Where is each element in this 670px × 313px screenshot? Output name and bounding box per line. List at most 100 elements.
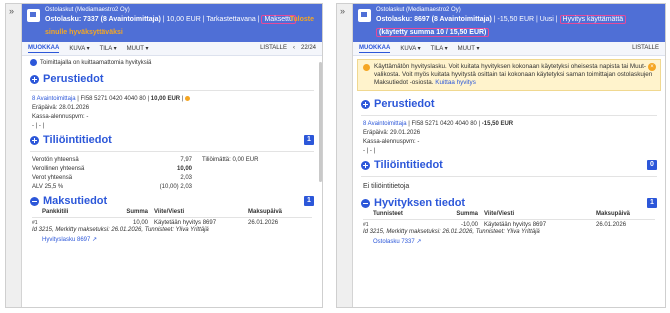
- invoice-title-bold: Ostolasku: 7337 (8 Avaintoimittaja): [45, 16, 161, 23]
- tab-edit[interactable]: MUOKKAA: [28, 45, 60, 53]
- invoice-link[interactable]: Ostolasku 7337: [373, 239, 415, 245]
- section-basic-header[interactable]: Perustiedot: [353, 94, 665, 112]
- invoice-title-rest: | 10,00 EUR | Tarkastettavana |: [160, 16, 260, 23]
- expand-icon[interactable]: [30, 74, 39, 84]
- warning-icon: [363, 64, 370, 71]
- scrollbar[interactable]: [319, 62, 322, 182]
- section-title: Hyvityksen tiedot: [374, 197, 466, 209]
- section-title: Perustiedot: [374, 98, 435, 110]
- supplier-info: | FI58 5271 0420 4040 80 |: [406, 120, 482, 127]
- invoice-panel-right: » Ostolaskut (Mediamaestro2 Oy) Ostolask…: [336, 3, 666, 308]
- tab-edit[interactable]: MUOKKAA: [359, 45, 391, 53]
- row-label: Verollinen yhteensä: [32, 165, 85, 172]
- row-label: Verotön yhteensä: [32, 156, 79, 163]
- collapse-icon[interactable]: [361, 198, 370, 208]
- misc-fields: - | - |: [32, 122, 45, 129]
- section-title: Tiliöintitiedot: [43, 134, 112, 147]
- credit-amount: -10,00: [460, 222, 478, 228]
- mark-used-link[interactable]: Kuittaa hyvitys: [435, 79, 476, 86]
- column-header: Viite/Viesti: [484, 211, 515, 217]
- column-header: Maksupäivä: [596, 211, 631, 217]
- action-toolbar: MUOKKAA KUVA ▾ TILA ▾ MUUT ▾ LISTALLE ‹ …: [22, 42, 322, 56]
- discount-date: Kassa-alennuspvm: -: [32, 113, 89, 120]
- menu-other[interactable]: MUUT ▾: [458, 45, 480, 52]
- accounting-row: Verot yhteensä 2,03: [22, 173, 322, 182]
- expand-icon[interactable]: [30, 135, 39, 145]
- prev-icon[interactable]: ‹: [293, 45, 295, 51]
- info-notice: Toimittajalla on kuittaamattomia hyvityk…: [22, 56, 322, 69]
- empty-accounting: Ei tiliöintitietoja: [363, 183, 410, 190]
- menu-other[interactable]: MUUT ▾: [127, 45, 149, 52]
- invoice-header: Ostolaskut (Mediamaestro2 Oy) Ostolasku:…: [353, 4, 665, 42]
- invoice-header: Ostolaskut (Mediamaestro2 Oy) Ostolasku:…: [22, 4, 322, 42]
- invoice-title: Ostolasku: 7337 (8 Avaintoimittaja) | 10…: [45, 15, 296, 24]
- section-accounting-header[interactable]: Tiliöintitiedot 0: [353, 155, 665, 173]
- supplier-row: 8 Avaintoimittaja | FI58 5271 0420 4040 …: [353, 119, 665, 128]
- column-header: Pankkitili: [42, 209, 69, 216]
- section-credit-header[interactable]: Hyvityksen tiedot 1: [353, 193, 665, 211]
- org-name: Ostolaskut (Mediamaestro2 Oy): [45, 7, 130, 13]
- expand-icon[interactable]: »: [9, 7, 14, 16]
- payment-amount: 10,00: [132, 220, 148, 227]
- row-value: 10,00: [176, 165, 192, 172]
- credit-reference: Käytetään hyvitys 8697: [484, 222, 547, 228]
- column-header: Maksupäivä: [248, 209, 283, 216]
- invoice-title-bold: Ostolasku: 8697 (8 Avaintoimittaja): [376, 16, 492, 23]
- row-value: (10,00) 2,03: [159, 183, 192, 190]
- close-icon[interactable]: ×: [648, 63, 656, 71]
- banner-text: Käyttämätön hyvityslasku. Voit kuitata h…: [374, 63, 653, 86]
- payments-table: Pankkitili Summa Viite/Viesti Maksupäivä…: [22, 209, 322, 226]
- status-dot-icon: [185, 95, 191, 101]
- status-badge: Hyvitys käyttämättä: [559, 15, 627, 24]
- table-row: #1 10,00 Käytetään hyvitys 8697 26.01.20…: [32, 220, 312, 226]
- due-date: Eräpäivä: 29.01.2026: [363, 129, 421, 136]
- external-link-icon[interactable]: ↗: [416, 239, 421, 245]
- unallocated-amount: Tiliöimättä: 0,00 EUR: [202, 156, 259, 163]
- invoice-title: Ostolasku: 8697 (8 Avaintoimittaja) | -1…: [376, 15, 627, 24]
- menu-status[interactable]: TILA ▾: [100, 45, 117, 52]
- menu-image[interactable]: KUVA ▾: [69, 45, 89, 52]
- row-number: #1: [363, 222, 369, 228]
- print-warning: Tuloste: [289, 16, 314, 23]
- column-header: Viite/Viesti: [154, 209, 185, 216]
- count-badge: 1: [647, 198, 657, 208]
- table-row: #1 -10,00 Käytetään hyvitys 8697 26.01.2…: [363, 222, 655, 228]
- expand-icon[interactable]: [361, 160, 370, 170]
- payment-date: 26.01.2026: [248, 220, 279, 227]
- credit-table: Tunnisteet Summa Viite/Viesti Maksupäivä…: [353, 211, 665, 228]
- section-basic-header[interactable]: Perustiedot: [22, 69, 322, 87]
- section-accounting-header[interactable]: Tiliöintitiedot 1: [22, 130, 322, 148]
- approval-warning: sinulle hyväksyttäväksi: [45, 29, 123, 36]
- section-title: Maksutiedot: [43, 195, 108, 208]
- to-list-button[interactable]: LISTALLE: [260, 45, 287, 51]
- expand-icon[interactable]: [361, 99, 370, 109]
- row-value: 7,97: [180, 156, 192, 163]
- supplier-link[interactable]: 8 Avaintoimittaja: [363, 121, 407, 127]
- column-header: Tunnisteet: [373, 211, 403, 217]
- flag-icon: [358, 9, 371, 22]
- menu-image[interactable]: KUVA ▾: [400, 45, 420, 52]
- credit-note-link[interactable]: Hyvityslasku 8697: [42, 237, 90, 243]
- expand-icon[interactable]: »: [340, 7, 345, 16]
- invoice-title-rest: | -15,50 EUR | Uusi |: [491, 16, 558, 23]
- collapse-gutter[interactable]: »: [6, 4, 22, 307]
- section-payments-header[interactable]: Maksutiedot 1: [22, 191, 322, 209]
- info-text: Toimittajalla on kuittaamattomia hyvityk…: [40, 59, 152, 66]
- to-list-button[interactable]: LISTALLE: [632, 45, 659, 51]
- supplier-link[interactable]: 8 Avaintoimittaja: [32, 96, 76, 102]
- accounting-row: Verollinen yhteensä 10,00: [22, 164, 322, 173]
- row-value: 2,03: [180, 174, 192, 181]
- external-link-icon[interactable]: ↗: [92, 237, 97, 243]
- row-label: ALV 25,5 %: [32, 183, 64, 190]
- invoice-panel-left: » Ostolaskut (Mediamaestro2 Oy) Ostolask…: [5, 3, 323, 308]
- invoice-amount: -15,50 EUR: [481, 120, 514, 127]
- supplier-info: | FI58 5271 0420 4040 80 |: [75, 95, 151, 102]
- section-title: Tiliöintitiedot: [374, 159, 443, 171]
- collapse-icon[interactable]: [30, 196, 39, 206]
- flag-icon: [27, 9, 40, 22]
- discount-date: Kassa-alennuspvm: -: [363, 138, 420, 145]
- credit-date: 26.01.2026: [596, 222, 627, 228]
- menu-status[interactable]: TILA ▾: [431, 45, 448, 52]
- accounting-row: Verotön yhteensä 7,97 Tiliöimättä: 0,00 …: [22, 155, 322, 164]
- collapse-gutter[interactable]: »: [337, 4, 353, 307]
